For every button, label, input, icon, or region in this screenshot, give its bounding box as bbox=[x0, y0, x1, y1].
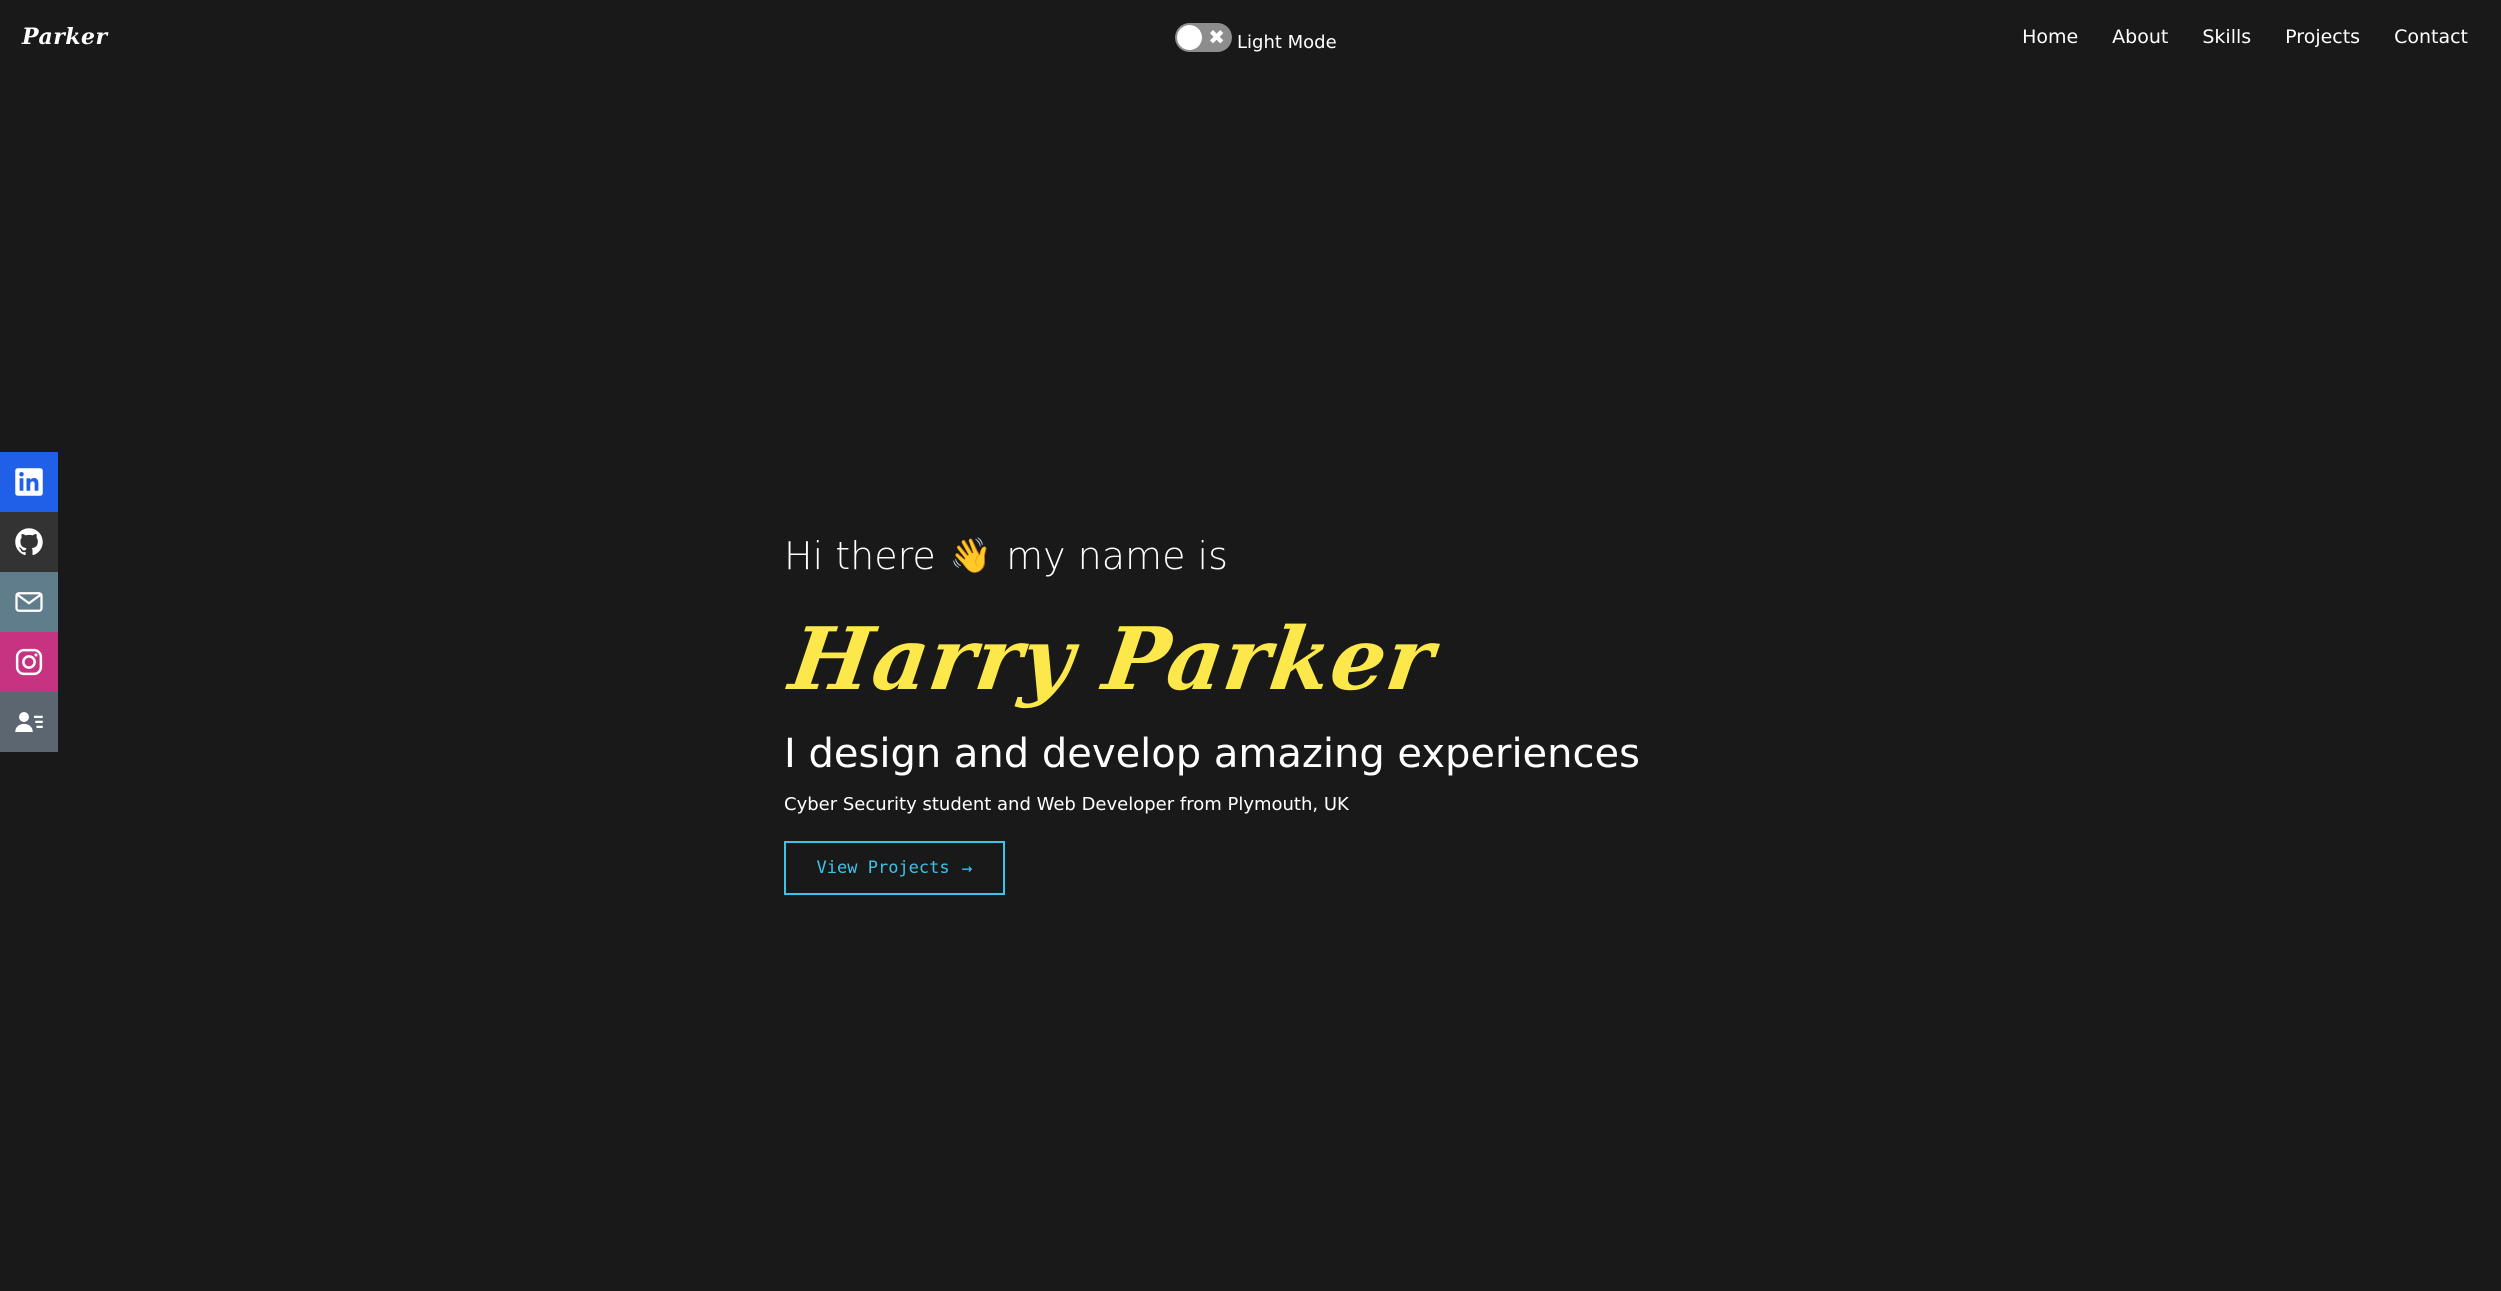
page: Parker ✖ Light Mode Home About Skills Pr… bbox=[0, 0, 2501, 1291]
nav-about[interactable]: About bbox=[2112, 26, 2168, 48]
linkedin-link[interactable] bbox=[0, 452, 58, 512]
instagram-link[interactable] bbox=[0, 632, 58, 692]
email-link[interactable] bbox=[0, 572, 58, 632]
view-projects-label: View Projects bbox=[816, 858, 950, 878]
toggle-switch[interactable]: ✖ bbox=[1175, 23, 1232, 52]
github-icon bbox=[15, 528, 43, 556]
light-mode-toggle[interactable]: ✖ Light Mode bbox=[1175, 22, 1337, 53]
view-projects-button[interactable]: View Projects → bbox=[784, 841, 1005, 895]
instagram-icon bbox=[15, 648, 43, 676]
greeting-prefix: Hi there bbox=[784, 534, 936, 578]
greeting-suffix: my name is bbox=[1006, 534, 1228, 578]
hero-name: Harry Parker bbox=[784, 609, 1441, 710]
arrow-right-icon: → bbox=[961, 857, 973, 879]
nav-home[interactable]: Home bbox=[2022, 26, 2078, 48]
main-nav: Home About Skills Projects Contact bbox=[2022, 26, 2468, 48]
hero-subtitle: Cyber Security student and Web Developer… bbox=[784, 794, 1349, 815]
nav-contact[interactable]: Contact bbox=[2394, 26, 2468, 48]
mode-toggle-label: Light Mode bbox=[1237, 32, 1337, 53]
social-sidebar bbox=[0, 452, 58, 752]
hero-greeting: Hi there 👋 my name is bbox=[784, 530, 1640, 582]
github-link[interactable] bbox=[0, 512, 58, 572]
site-logo[interactable]: Parker bbox=[22, 24, 108, 50]
email-icon bbox=[15, 592, 43, 612]
waving-hand-icon: 👋 bbox=[949, 536, 993, 576]
nav-skills[interactable]: Skills bbox=[2202, 26, 2251, 48]
resume-icon bbox=[15, 712, 43, 732]
hero-section: Hi there 👋 my name is Harry Parker I des… bbox=[784, 530, 1640, 895]
hero-tagline: I design and develop amazing experiences bbox=[784, 731, 1640, 777]
nav-projects[interactable]: Projects bbox=[2285, 26, 2360, 48]
resume-link[interactable] bbox=[0, 692, 58, 752]
linkedin-icon bbox=[15, 468, 43, 496]
close-icon: ✖ bbox=[1208, 25, 1225, 49]
toggle-knob bbox=[1177, 25, 1202, 50]
